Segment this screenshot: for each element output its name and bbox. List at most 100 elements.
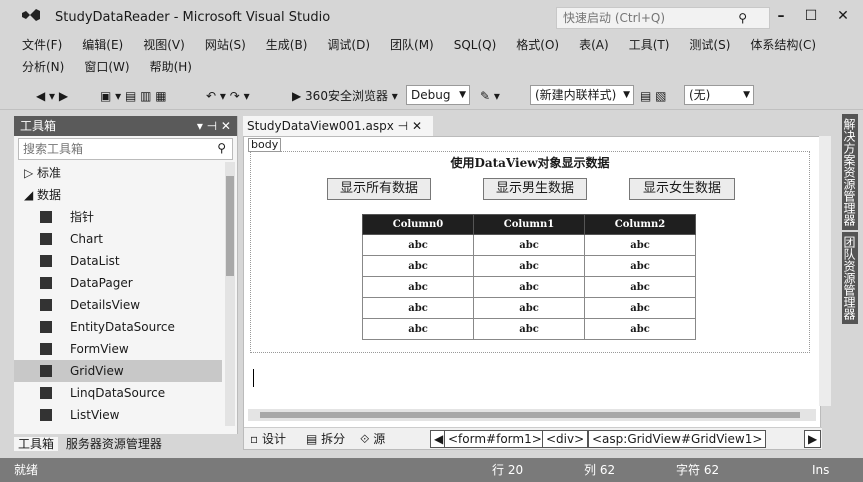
source-view-button[interactable]: ⟐ 源 bbox=[360, 431, 385, 447]
toolbox-item[interactable]: 指针 bbox=[14, 206, 222, 228]
toolbox-search[interactable]: ⚲ bbox=[18, 138, 233, 160]
menu-item[interactable]: 调试(D) bbox=[327, 34, 370, 56]
undo-icon[interactable]: ↶ ▾ ↷ ▾ bbox=[206, 86, 250, 106]
menu-item[interactable]: 团队(M) bbox=[390, 34, 434, 56]
style-tools-icon[interactable]: ▤ ▧ bbox=[640, 86, 667, 106]
toolbox-item-label: GridView bbox=[70, 364, 124, 378]
toolbox-scrollbar[interactable] bbox=[225, 162, 235, 426]
status-line: 行 20 bbox=[492, 463, 524, 477]
status-insert-mode: Ins bbox=[812, 463, 830, 477]
menu-item[interactable]: 视图(V) bbox=[143, 34, 185, 56]
menu-item[interactable]: 帮助(H) bbox=[150, 56, 192, 78]
menu-bar: 文件(F) 编辑(E) 视图(V) 网站(S) 生成(B) 调试(D) 团队(M) SQL(Q… bbox=[0, 34, 863, 78]
minimize-button[interactable]: – bbox=[770, 5, 792, 27]
toolbox-item-label: ListView bbox=[70, 408, 120, 422]
side-tab-strip: 解决方案资源管理器 团队资源管理器 bbox=[836, 110, 863, 454]
menu-item[interactable]: 编辑(E) bbox=[82, 34, 123, 56]
target-select[interactable]: (无) ▼ bbox=[684, 85, 754, 105]
menu-item[interactable]: 格式(O) bbox=[516, 34, 559, 56]
breadcrumb-form[interactable]: <form#form1> bbox=[444, 430, 546, 448]
format-icon[interactable]: ✎ ▾ bbox=[480, 86, 500, 106]
menu-item[interactable]: 工具(T) bbox=[629, 34, 670, 56]
toolbox-group[interactable]: ◢ 数据 bbox=[14, 184, 222, 206]
toolbox-item[interactable]: Chart bbox=[14, 228, 222, 250]
start-debug-button[interactable]: ▶ 360安全浏览器 ▾ bbox=[292, 86, 398, 106]
config-select[interactable]: Debug ▼ bbox=[406, 85, 470, 105]
table-row: abc abc abc bbox=[362, 255, 696, 277]
status-ready: 就绪 bbox=[14, 463, 39, 477]
menu-item[interactable]: 测试(S) bbox=[689, 34, 730, 56]
grid-cell: abc bbox=[473, 297, 585, 319]
show-all-button[interactable]: 显示所有数据 bbox=[327, 178, 431, 200]
crumb-right-arrow[interactable]: ▶ bbox=[804, 430, 822, 448]
menu-item[interactable]: 体系结构(C) bbox=[750, 34, 816, 56]
close-button[interactable]: ✕ bbox=[832, 5, 854, 27]
tab-toolbox[interactable]: 工具箱 bbox=[14, 437, 59, 451]
menu-item[interactable]: 窗口(W) bbox=[84, 56, 129, 78]
menu-item[interactable]: 文件(F) bbox=[22, 34, 62, 56]
menu-item[interactable]: SQL(Q) bbox=[454, 34, 497, 56]
table-row: abc abc abc bbox=[362, 234, 696, 256]
toolbox-item[interactable]: EntityDataSource bbox=[14, 316, 222, 338]
style-select[interactable]: (新建内联样式) ▼ bbox=[530, 85, 634, 105]
grid-cell: abc bbox=[584, 234, 696, 256]
toolbox-item-label: DataList bbox=[70, 254, 120, 268]
close-icon[interactable]: ✕ bbox=[412, 119, 422, 133]
maximize-button[interactable]: ☐ bbox=[800, 5, 822, 27]
toolbox-item[interactable]: DataList bbox=[14, 250, 222, 272]
control-icon bbox=[40, 233, 52, 245]
design-view-button[interactable]: ▫ 设计 bbox=[250, 431, 286, 447]
toolbox-item[interactable]: LinqDataSource bbox=[14, 382, 222, 404]
menu-item[interactable]: 分析(N) bbox=[22, 56, 64, 78]
toolbox-item[interactable]: DetailsView bbox=[14, 294, 222, 316]
toolbox-item-label: EntityDataSource bbox=[70, 320, 175, 334]
menu-item[interactable]: 网站(S) bbox=[205, 34, 246, 56]
toolbox-search-input[interactable] bbox=[19, 139, 209, 159]
toolbox-item[interactable]: GridView bbox=[14, 360, 222, 382]
grid-cell: abc bbox=[473, 318, 585, 340]
grid-header-cell: Column1 bbox=[473, 214, 585, 235]
status-char: 字符 62 bbox=[676, 463, 720, 477]
search-icon[interactable]: ⚲ bbox=[738, 11, 747, 25]
tab-server-explorer[interactable]: 服务器资源管理器 bbox=[62, 437, 166, 451]
horizontal-scrollbar[interactable] bbox=[248, 409, 816, 421]
table-row: abc abc abc bbox=[362, 297, 696, 319]
toolbox-item[interactable]: ListView bbox=[14, 404, 222, 426]
search-icon[interactable]: ⚲ bbox=[217, 141, 226, 155]
menu-item[interactable]: 生成(B) bbox=[266, 34, 308, 56]
quick-launch-input[interactable] bbox=[557, 8, 737, 28]
control-icon bbox=[40, 277, 52, 289]
grid-cell: abc bbox=[362, 297, 474, 319]
editor-tab[interactable]: StudyDataView001.aspx ⊣ ✕ bbox=[243, 116, 433, 136]
toolbox-group[interactable]: ▷ 标准 bbox=[14, 162, 222, 184]
toolbox-item[interactable]: FormView bbox=[14, 338, 222, 360]
toolbox-panel: 工具箱 ▾ ⊣ ✕ ⚲ ▷ 标准 ◢ 数据指针 Chart DataList DataP… bbox=[14, 116, 238, 454]
show-female-button[interactable]: 显示女生数据 bbox=[629, 178, 735, 200]
tab-team-explorer[interactable]: 团队资源管理器 bbox=[842, 232, 858, 324]
grid-cell: abc bbox=[584, 318, 696, 340]
pin-icon[interactable]: ▾ ⊣ ✕ bbox=[197, 116, 231, 136]
toolbox-item-label: 指针 bbox=[70, 210, 95, 224]
toolbox-header: 工具箱 ▾ ⊣ ✕ bbox=[14, 116, 237, 136]
grid-cell: abc bbox=[473, 276, 585, 298]
grid-view[interactable]: Column0 Column1 Column2 abc abc abc abc abc abc… bbox=[362, 214, 696, 340]
status-bar: 就绪 行 20 列 62 字符 62 Ins bbox=[0, 458, 863, 482]
pin-icon[interactable]: ⊣ bbox=[398, 119, 408, 133]
menu-item[interactable]: 表(A) bbox=[579, 34, 609, 56]
show-male-button[interactable]: 显示男生数据 bbox=[483, 178, 587, 200]
breadcrumb-gridview[interactable]: <asp:GridView#GridView1> bbox=[588, 430, 767, 448]
control-icon bbox=[40, 211, 52, 223]
title-bar: StudyDataReader - Microsoft Visual Studi… bbox=[0, 0, 863, 34]
vertical-scrollbar[interactable] bbox=[819, 136, 831, 406]
grid-cell: abc bbox=[473, 255, 585, 277]
grid-cell: abc bbox=[473, 234, 585, 256]
tab-solution-explorer[interactable]: 解决方案资源管理器 bbox=[842, 114, 858, 230]
control-icon bbox=[40, 387, 52, 399]
split-view-button[interactable]: ▤ 拆分 bbox=[306, 431, 345, 447]
breadcrumb-div[interactable]: <div> bbox=[542, 430, 589, 448]
quick-launch[interactable]: ⚲ bbox=[556, 7, 770, 29]
new-project-icon[interactable]: ▣ ▾ ▤ ▥ ▦ bbox=[100, 86, 167, 106]
back-icon[interactable]: ◀ ▾ ▶ bbox=[36, 86, 68, 106]
toolbox-item[interactable]: DataPager bbox=[14, 272, 222, 294]
window-title: StudyDataReader - Microsoft Visual Studi… bbox=[55, 10, 331, 25]
